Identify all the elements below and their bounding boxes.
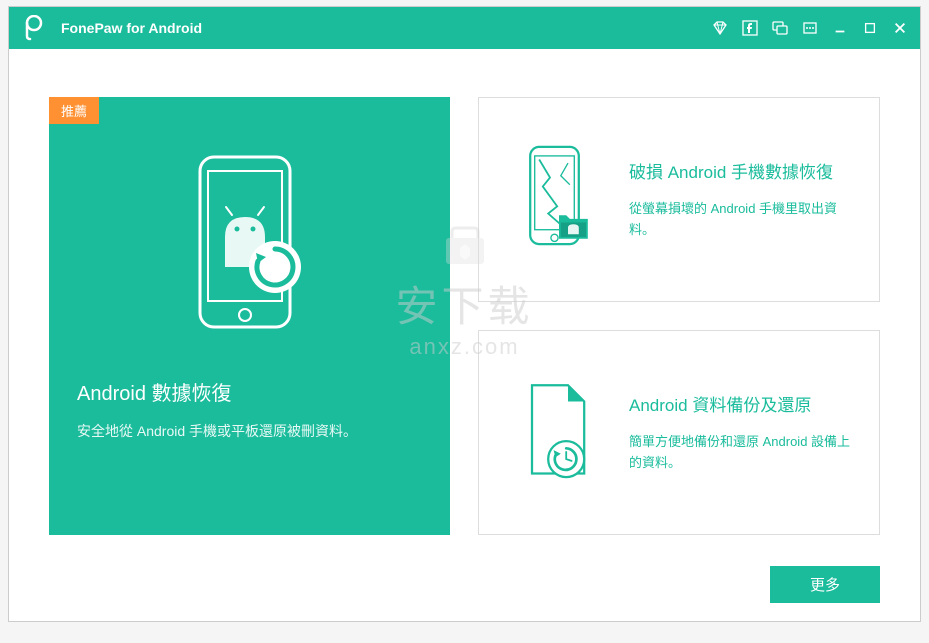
broken-android-recovery-card[interactable]: 破損 Android 手機數據恢復 從螢幕損壞的 Android 手機里取出資料… (478, 97, 880, 302)
broken-phone-icon (499, 140, 619, 260)
recommended-badge: 推薦 (49, 97, 99, 124)
diamond-icon[interactable] (712, 20, 728, 36)
app-logo (21, 15, 47, 41)
titlebar-icons (712, 20, 908, 36)
main-card-title: Android 數據恢復 (77, 377, 422, 406)
content-area: 推薦 Android (9, 49, 920, 555)
titlebar: FonePaw for Android (9, 7, 920, 49)
more-button-area: 更多 (770, 566, 880, 603)
side-card-text: 破損 Android 手機數據恢復 從螢幕損壞的 Android 手機里取出資料… (619, 158, 859, 241)
app-title: FonePaw for Android (61, 20, 712, 36)
side-cards: 破損 Android 手機數據恢復 從螢幕損壞的 Android 手機里取出資料… (478, 97, 880, 535)
side-card-text: Android 資料備份及還原 簡單方便地備份和還原 Android 設備上的資… (619, 391, 859, 474)
app-window: FonePaw for Android (8, 6, 921, 622)
close-icon[interactable] (892, 20, 908, 36)
backup-document-icon (499, 373, 619, 493)
minimize-icon[interactable] (832, 20, 848, 36)
menu-icon[interactable] (802, 20, 818, 36)
main-card-text: Android 數據恢復 安全地從 Android 手機或平板還原被刪資料。 (49, 377, 450, 442)
main-card-description: 安全地從 Android 手機或平板還原被刪資料。 (77, 420, 422, 442)
backup-restore-description: 簡單方便地備份和還原 Android 設備上的資料。 (629, 432, 859, 474)
backup-restore-card[interactable]: Android 資料備份及還原 簡單方便地備份和還原 Android 設備上的資… (478, 330, 880, 535)
facebook-icon[interactable] (742, 20, 758, 36)
phone-recovery-illustration (49, 97, 450, 377)
backup-restore-title: Android 資料備份及還原 (629, 391, 859, 416)
broken-recovery-description: 從螢幕損壞的 Android 手機里取出資料。 (629, 199, 859, 241)
broken-recovery-title: 破損 Android 手機數據恢復 (629, 158, 859, 183)
chat-icon[interactable] (772, 20, 788, 36)
android-data-recovery-card[interactable]: 推薦 Android (49, 97, 450, 535)
maximize-icon[interactable] (862, 20, 878, 36)
more-button[interactable]: 更多 (770, 566, 880, 603)
